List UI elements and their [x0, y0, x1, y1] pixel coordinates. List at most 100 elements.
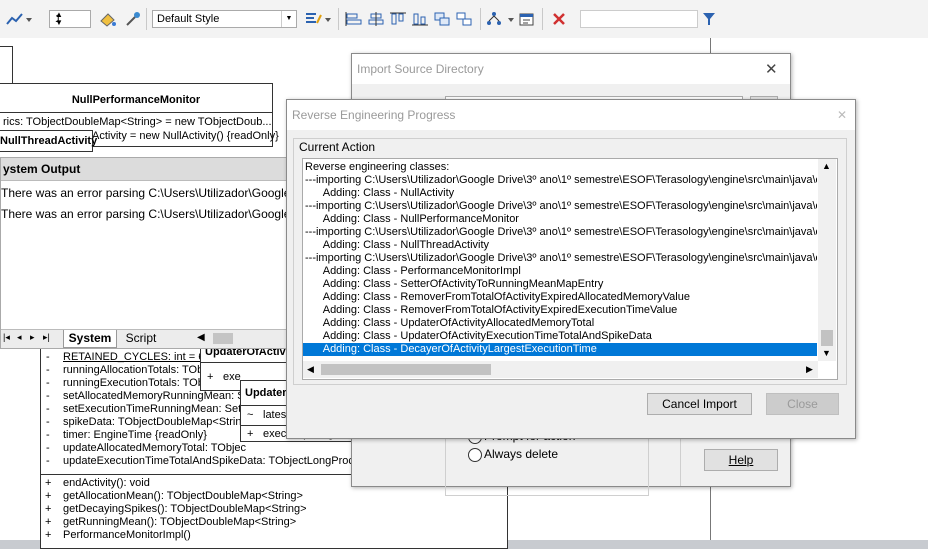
log-line[interactable]: Adding: Class - RemoverFromTotalOfActivi…: [303, 291, 817, 304]
output-line[interactable]: There was an error parsing C:\Users\Util…: [1, 183, 291, 204]
nav-last-icon[interactable]: ▸|: [43, 332, 50, 343]
line-width-spinner[interactable]: 1 ▲ ▼: [49, 10, 91, 28]
group-label: Current Action: [297, 140, 378, 154]
style-select-value: Default Style: [157, 13, 220, 25]
separator: [480, 8, 481, 30]
toolbar: 1 ▲ ▼ Default Style ▼: [0, 0, 928, 39]
method-mark: +: [207, 371, 214, 383]
log-line[interactable]: Adding: Class - PerformanceMonitorImpl: [303, 265, 817, 278]
attribute-mark: -: [46, 416, 50, 428]
class-method: PerformanceMonitorImpl(): [63, 529, 191, 541]
radio-always-delete[interactable]: [468, 448, 482, 462]
output-line[interactable]: There was an error parsing C:\Users\Util…: [1, 204, 291, 225]
radio-always-delete-label: Always delete: [484, 447, 559, 461]
dialog-title: Import Source Directory: [352, 54, 790, 84]
log-line[interactable]: Reverse engineering classes:: [303, 161, 817, 174]
class-method: getDecayingSpikes(): TObjectDoubleMap<St…: [63, 503, 307, 515]
divider: [0, 112, 272, 113]
tab-script[interactable]: Script: [119, 330, 163, 347]
class-method: getAllocationMean(): TObjectDoubleMap<St…: [63, 490, 303, 502]
log-line[interactable]: Adding: Class - UpdaterOfActivityExecuti…: [303, 330, 817, 343]
scroll-up-icon[interactable]: ▲: [822, 161, 831, 171]
log-line[interactable]: Adding: Class - RemoverFromTotalOfActivi…: [303, 304, 817, 317]
log-line[interactable]: ---importing C:\Users\Utilizador\Google …: [303, 200, 817, 213]
tab-system[interactable]: System: [63, 330, 117, 348]
log-line[interactable]: ---importing C:\Users\Utilizador\Google …: [303, 252, 817, 265]
class-attribute: rics: TObjectDoubleMap<String> = new TOb…: [3, 116, 272, 128]
scrollbar-thumb[interactable]: [821, 330, 833, 346]
class-attribute: lates: [263, 409, 287, 421]
fill-color-icon[interactable]: [99, 11, 117, 27]
attribute-mark: -: [46, 390, 50, 402]
attribute-mark: -: [46, 429, 50, 441]
align-center-icon[interactable]: [367, 11, 385, 27]
properties-icon[interactable]: [518, 11, 536, 27]
separator: [146, 8, 147, 30]
class-attribute: runningExecutionTotals: TOb: [63, 377, 204, 389]
class-attribute: setExecutionTimeRunningMean: Sett: [63, 403, 245, 415]
nav-prev-icon[interactable]: ◂: [17, 332, 22, 343]
close-button[interactable]: Close: [766, 393, 839, 415]
apply-style-icon[interactable]: [304, 11, 331, 27]
class-attribute: setAllocatedMemoryRunningMean: S: [63, 390, 245, 402]
filter-icon[interactable]: [702, 11, 720, 27]
method-mark: +: [45, 529, 52, 541]
method-mark: +: [45, 490, 52, 502]
vertical-scrollbar[interactable]: ▲ ▼: [818, 159, 836, 361]
scroll-left-icon[interactable]: ◀: [307, 364, 314, 375]
class-attribute: runningAllocationTotals: TOb: [63, 364, 204, 376]
scroll-left-icon[interactable]: ◀: [197, 332, 205, 343]
class-method: getRunningMean(): TObjectDoubleMap<Strin…: [63, 516, 297, 528]
arrange-icon[interactable]: [455, 11, 473, 27]
log-lines: Reverse engineering classes: ---importing…: [303, 161, 817, 356]
help-button[interactable]: Help: [704, 449, 778, 471]
log-line[interactable]: Adding: Class - NullThreadActivity: [303, 239, 817, 252]
attribute-mark: -: [46, 403, 50, 415]
log-line[interactable]: Adding: Class - DecayerOfActivityLargest…: [303, 343, 817, 356]
class-null-thread-activity[interactable]: NullThreadActivity: [0, 130, 97, 152]
align-bottom-icon[interactable]: [411, 11, 429, 27]
nav-next-icon[interactable]: ▸: [30, 332, 35, 343]
scrollbar-thumb[interactable]: [321, 364, 491, 375]
method-mark: +: [247, 428, 254, 440]
style-select[interactable]: Default Style ▼: [152, 10, 297, 28]
scroll-down-icon[interactable]: ▼: [822, 348, 831, 358]
same-size-icon[interactable]: [433, 11, 451, 27]
close-icon[interactable]: ✕: [832, 108, 852, 126]
align-top-icon[interactable]: [389, 11, 407, 27]
dialog-title: Reverse Engineering Progress: [287, 100, 855, 130]
class-attribute: RETAINED_CYCLES: int = 6: [63, 351, 205, 363]
align-left-icon[interactable]: [345, 11, 363, 27]
chevron-down-icon[interactable]: ▼: [281, 11, 296, 27]
class-method: exe: [223, 371, 241, 383]
eyedropper-icon[interactable]: [124, 11, 142, 27]
line-style-icon[interactable]: [6, 11, 32, 27]
log-line[interactable]: ---importing C:\Users\Utilizador\Google …: [303, 174, 817, 187]
delete-icon[interactable]: [551, 11, 569, 27]
log-line[interactable]: Adding: Class - NullPerformanceMonitor: [303, 213, 817, 226]
class-attribute: spikeData: TObjectDoubleMap<String: [63, 416, 248, 428]
attribute-mark: -: [46, 351, 50, 363]
horizontal-scrollbar[interactable]: ◀ ▶: [303, 361, 818, 378]
attribute-mark: -: [46, 442, 50, 454]
scroll-right-icon[interactable]: ▶: [806, 364, 813, 375]
filter-input[interactable]: [580, 10, 698, 28]
log-line[interactable]: Adding: Class - UpdaterOfActivityAllocat…: [303, 317, 817, 330]
log-line[interactable]: ---importing C:\Users\Utilizador\Google …: [303, 226, 817, 239]
progress-log-list[interactable]: Reverse engineering classes: ---importing…: [302, 158, 838, 380]
class-attribute: timer: EngineTime {readOnly}: [63, 429, 207, 441]
attribute-mark: -: [46, 377, 50, 389]
close-icon[interactable]: ✕: [765, 60, 778, 78]
class-attribute: updateAllocatedMemoryTotal: TObjec: [63, 442, 247, 454]
log-line[interactable]: Adding: Class - NullActivity: [303, 187, 817, 200]
nav-first-icon[interactable]: |◂: [3, 332, 10, 343]
separator: [338, 8, 339, 30]
output-tab-bar: |◂ ◂ ▸ ▸| System Script ◀: [1, 329, 291, 348]
method-mark: +: [45, 503, 52, 515]
scrollbar-thumb[interactable]: [213, 333, 233, 344]
layout-diagram-icon[interactable]: [486, 11, 514, 27]
class-method: endActivity(): void: [63, 477, 150, 489]
spinner-arrows-icon[interactable]: ▲ ▼: [55, 11, 88, 27]
log-line[interactable]: Adding: Class - SetterOfActivityToRunnin…: [303, 278, 817, 291]
cancel-import-button[interactable]: Cancel Import: [647, 393, 752, 415]
